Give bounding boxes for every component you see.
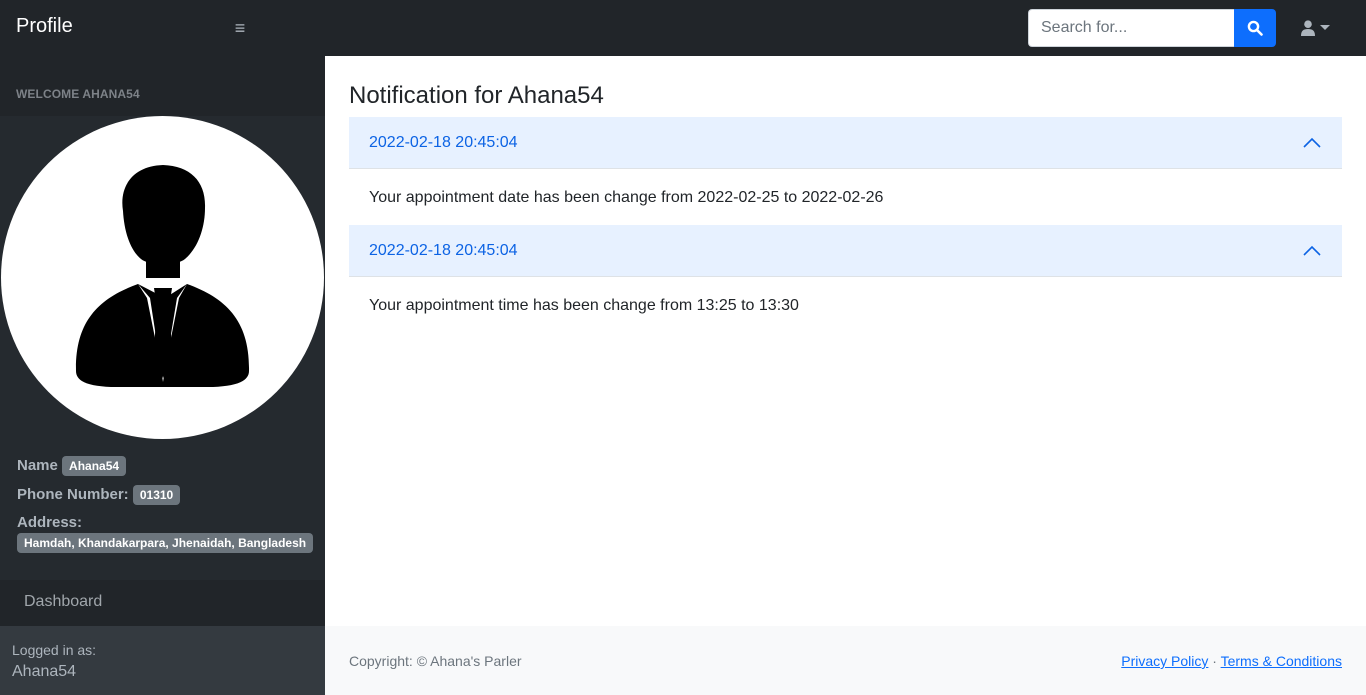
name-row: Name Ahana54 [17,456,127,476]
phone-row: Phone Number: 01310 [17,485,181,505]
page-footer: Copyright: © Ahana's Parler Privacy Poli… [325,626,1366,695]
navbar-brand[interactable]: Profile [16,15,73,38]
businessman-avatar-icon [75,165,250,387]
phone-label: Phone Number: [17,485,129,503]
address-badge: Hamdah, Khandakarpara, Jhenaidah, Bangla… [17,533,314,553]
footer-separator: · [1212,653,1217,669]
logged-in-user: Ahana54 [12,663,77,680]
privacy-policy-link[interactable]: Privacy Policy [1121,653,1208,669]
page-title: Notification for Ahana54 [349,82,604,109]
user-menu-toggle[interactable] [1301,19,1337,37]
user-icon [1301,20,1315,36]
address-row: Hamdah, Khandakarpara, Jhenaidah, Bangla… [17,533,314,553]
avatar [1,116,324,439]
address-label: Address: [17,514,83,531]
phone-badge: 01310 [132,485,181,505]
search-icon [1247,20,1263,36]
search-button[interactable] [1234,9,1276,47]
search-group [1028,9,1276,47]
profile-card: Name Ahana54 Phone Number: 01310 Address… [0,116,325,580]
chevron-up-icon [1303,137,1321,148]
sidebar-item-dashboard[interactable]: Dashboard [24,593,102,611]
accordion-header[interactable]: 2022-02-18 20:45:04 [349,225,1342,277]
top-navbar: Profile ≡ [0,0,1366,56]
notification-message: Your appointment date has been change fr… [369,189,884,206]
terms-link[interactable]: Terms & Conditions [1221,653,1342,669]
main-content: Notification for Ahana54 2022-02-18 20:4… [325,56,1366,626]
name-badge: Ahana54 [62,456,127,476]
accordion-header[interactable]: 2022-02-18 20:45:04 [349,117,1342,169]
welcome-heading: WELCOME AHANA54 [16,87,140,101]
logged-in-label: Logged in as: [12,642,97,658]
notification-timestamp: 2022-02-18 20:45:04 [369,134,518,151]
hamburger-icon[interactable]: ≡ [231,16,249,40]
notification-message: Your appointment time has been change fr… [369,297,799,314]
sidebar-footer: Logged in as: Ahana54 [0,626,325,695]
notification-timestamp: 2022-02-18 20:45:04 [369,242,518,259]
caret-down-icon [1320,25,1330,30]
chevron-up-icon [1303,245,1321,256]
footer-links: Privacy Policy · Terms & Conditions [1121,653,1342,669]
copyright-text: Copyright: © Ahana's Parler [349,653,522,669]
name-label: Name [17,456,58,474]
sidebar: WELCOME AHANA54 Name Ahana54 Phone Numbe… [0,56,325,695]
search-input[interactable] [1028,9,1234,47]
